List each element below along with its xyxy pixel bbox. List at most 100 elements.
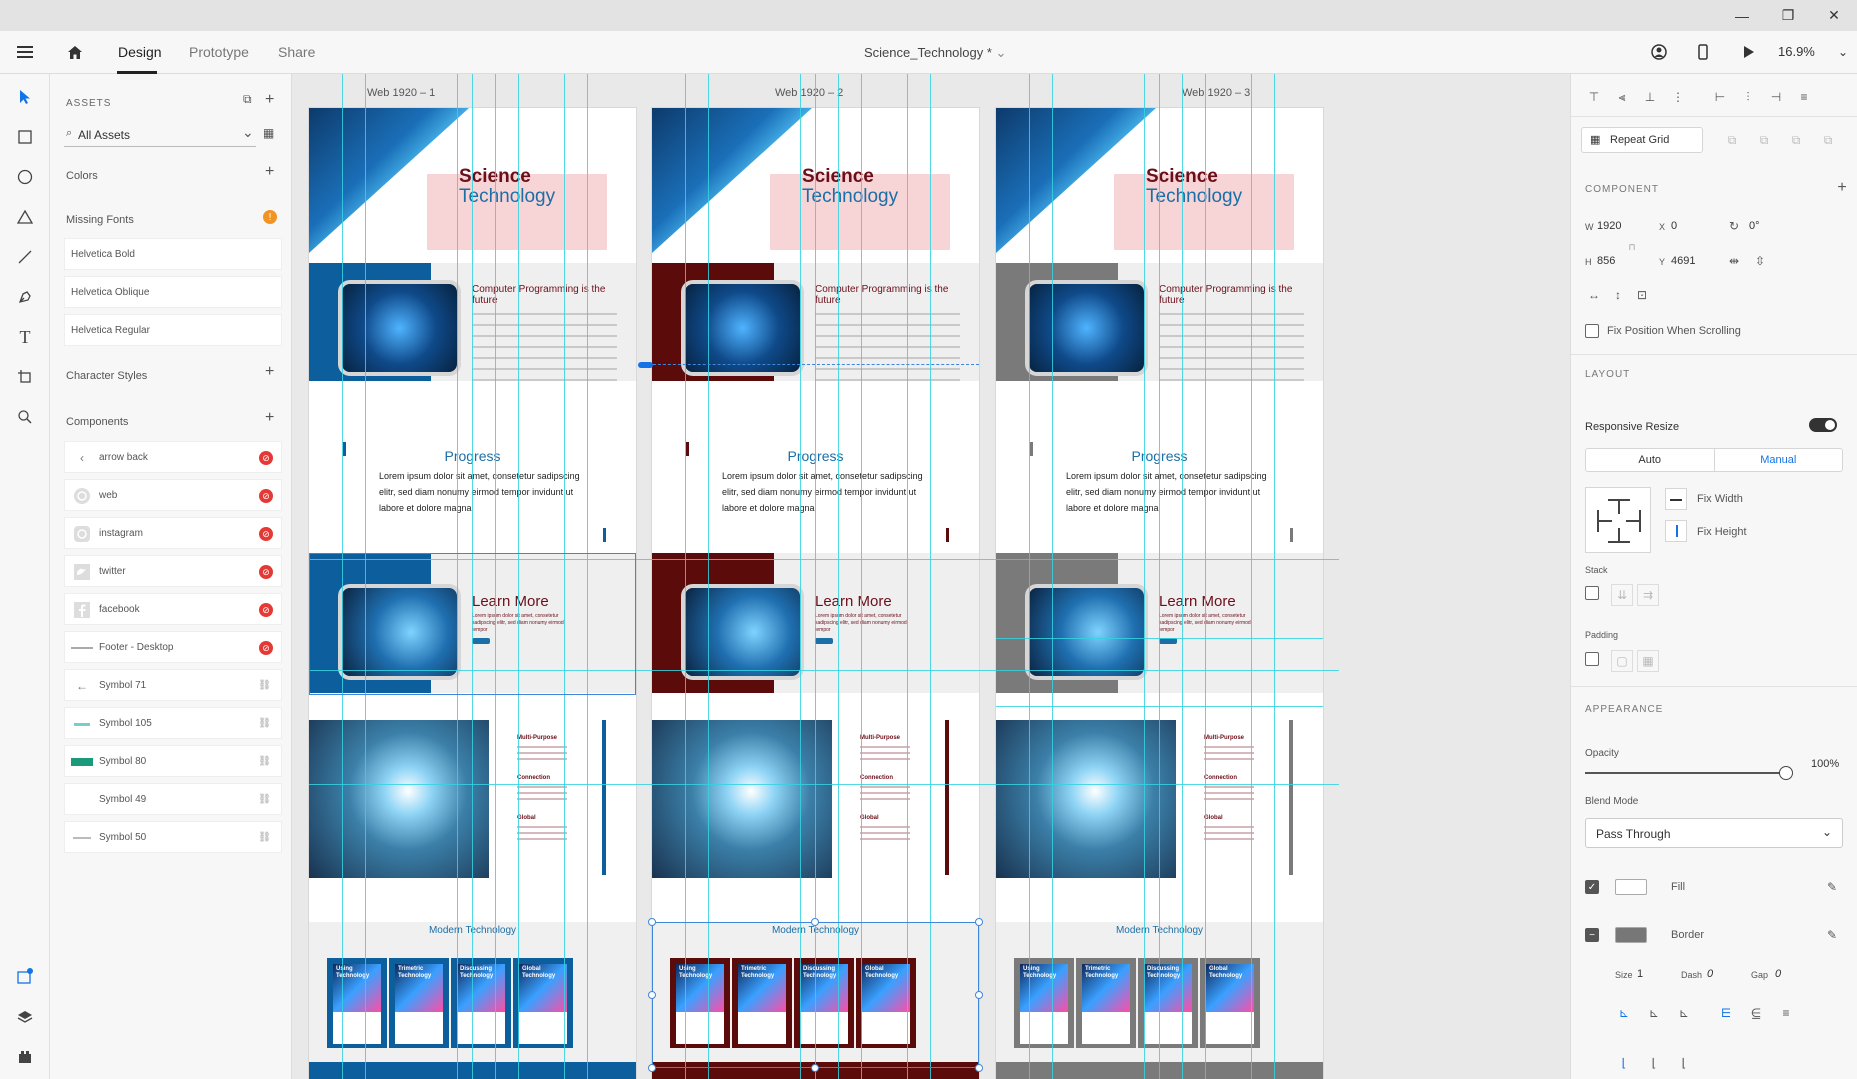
manual-option[interactable]: Manual [1713, 449, 1843, 471]
fit-content-icon[interactable]: ⊡ [1633, 286, 1651, 304]
artboard-label[interactable]: Web 1920 – 3 [1182, 87, 1250, 99]
tab-share[interactable]: Share [278, 44, 315, 60]
search-icon[interactable]: ⌕ [66, 127, 72, 140]
broken-link-icon[interactable]: ⊘ [259, 641, 273, 655]
link-icon[interactable]: ⛓ [258, 756, 271, 767]
height-input[interactable]: 856 [1597, 255, 1615, 267]
border-swatch[interactable] [1615, 927, 1647, 943]
resize-handle[interactable] [648, 1064, 656, 1072]
border-checkbox[interactable]: − [1585, 928, 1599, 942]
component-item[interactable]: Symbol 49 ⛓ [64, 783, 282, 815]
line-tool-icon[interactable] [12, 244, 38, 270]
resize-handle[interactable] [975, 991, 983, 999]
opacity-value[interactable]: 100% [1811, 758, 1839, 770]
distribute-vertical-icon[interactable]: ⋮ [1669, 88, 1687, 106]
join-round-icon[interactable]: ⌊ [1645, 1054, 1663, 1072]
cap-square-icon[interactable]: ≡ [1777, 1004, 1795, 1022]
stroke-inner-icon[interactable]: ⊾ [1615, 1004, 1633, 1022]
align-bottom-icon[interactable]: ⊥ [1641, 88, 1659, 106]
join-bevel-icon[interactable]: ⌊ [1675, 1054, 1693, 1072]
tab-design[interactable]: Design [118, 44, 162, 60]
add-color-icon[interactable]: + [265, 163, 274, 181]
polygon-tool-icon[interactable] [12, 204, 38, 230]
resize-handle[interactable] [975, 1064, 983, 1072]
broken-link-icon[interactable]: ⊘ [259, 489, 273, 503]
rectangle-tool-icon[interactable] [12, 124, 38, 150]
artboard-label[interactable]: Web 1920 – 1 [367, 87, 435, 99]
align-right-icon[interactable]: ⊣ [1767, 88, 1785, 106]
minimize-icon[interactable]: — [1719, 0, 1765, 31]
align-center-icon[interactable]: ⫶ [1739, 88, 1757, 106]
fill-checkbox[interactable]: ✓ [1585, 880, 1599, 894]
component-item[interactable]: Symbol 105 ⛓ [64, 707, 282, 739]
asset-filter-select[interactable]: All Assets [78, 128, 130, 142]
resize-handle[interactable] [811, 1064, 819, 1072]
component-item[interactable]: ‹ arrow back ⊘ [64, 441, 282, 473]
link-icon[interactable]: ⛓ [258, 718, 271, 729]
stack-horizontal-icon[interactable]: ⇉ [1637, 584, 1659, 606]
lock-aspect-icon[interactable]: ⊓ [1623, 238, 1641, 256]
grid-view-icon[interactable]: ▦ [263, 126, 274, 140]
text-tool-icon[interactable]: T [12, 324, 38, 350]
boolean-exclude-icon[interactable]: ⧉ [1819, 131, 1837, 149]
home-icon[interactable] [62, 39, 88, 65]
hamburger-menu-icon[interactable] [12, 39, 38, 65]
dash-input[interactable]: 0 [1707, 968, 1713, 980]
link-icon[interactable]: ⛓ [258, 832, 271, 843]
width-input[interactable]: 1920 [1597, 220, 1621, 232]
component-item[interactable]: facebook ⊘ [64, 593, 282, 625]
filter-chevron-icon[interactable]: ⌄ [242, 124, 254, 141]
component-item[interactable]: ← Symbol 71 ⛓ [64, 669, 282, 701]
broken-link-icon[interactable]: ⊘ [259, 451, 273, 465]
missing-font-row[interactable]: Helvetica Oblique [64, 276, 282, 308]
broken-link-icon[interactable]: ⊘ [259, 527, 273, 541]
gap-input[interactable]: 0 [1775, 968, 1781, 980]
zoom-level[interactable]: 16.9% [1778, 44, 1815, 59]
stroke-outer-icon[interactable]: ⊾ [1645, 1004, 1663, 1022]
plugins-panel-icon[interactable] [12, 1044, 38, 1070]
eyedropper-icon[interactable]: ✎ [1823, 878, 1841, 896]
align-middle-icon[interactable]: ⫷ [1613, 88, 1631, 106]
padding-individual-icon[interactable]: ▦ [1637, 650, 1659, 672]
link-icon[interactable]: ⛓ [258, 680, 271, 691]
component-item[interactable]: Symbol 50 ⛓ [64, 821, 282, 853]
component-item[interactable]: twitter ⊘ [64, 555, 282, 587]
boolean-subtract-icon[interactable]: ⧉ [1755, 131, 1773, 149]
play-icon[interactable] [1736, 39, 1762, 65]
stack-vertical-icon[interactable]: ⇊ [1611, 584, 1633, 606]
warning-icon[interactable]: ! [263, 210, 277, 224]
eyedropper-icon[interactable]: ✎ [1823, 926, 1841, 944]
cap-round-icon[interactable]: ⋸ [1747, 1004, 1765, 1022]
link-icon[interactable]: ⛓ [258, 794, 271, 805]
artboard-tool-icon[interactable] [12, 364, 38, 390]
close-icon[interactable]: ✕ [1811, 0, 1857, 31]
broken-link-icon[interactable]: ⊘ [259, 603, 273, 617]
resize-handle[interactable] [648, 918, 656, 926]
auto-option[interactable]: Auto [1586, 449, 1714, 471]
library-icon[interactable]: ⧉ [243, 92, 252, 107]
stack-checkbox[interactable] [1585, 586, 1599, 600]
size-input[interactable]: 1 [1637, 968, 1643, 980]
resize-handle[interactable] [975, 918, 983, 926]
flip-horizontal-icon[interactable]: ⇹ [1725, 252, 1743, 270]
constraints-widget[interactable] [1585, 487, 1651, 553]
responsive-resize-toggle[interactable] [1809, 418, 1837, 432]
fit-width-icon[interactable]: ↔ [1585, 286, 1603, 304]
cap-butt-icon[interactable]: ⋿ [1717, 1004, 1735, 1022]
opacity-slider-knob[interactable] [1779, 766, 1793, 780]
fix-width-toggle[interactable] [1665, 488, 1687, 510]
artboard-label[interactable]: Web 1920 – 2 [775, 87, 843, 99]
selection-bounds[interactable] [652, 922, 979, 1068]
resize-handle[interactable] [648, 991, 656, 999]
component-item[interactable]: Footer - Desktop ⊘ [64, 631, 282, 663]
component-item[interactable]: instagram ⊘ [64, 517, 282, 549]
blend-mode-select[interactable]: Pass Through ⌄ [1585, 818, 1843, 848]
x-input[interactable]: 0 [1671, 220, 1677, 232]
fit-height-icon[interactable]: ↕ [1609, 286, 1627, 304]
design-canvas[interactable]: Web 1920 – 1 Web 1920 – 2 Web 1920 – 3 S… [293, 74, 1570, 1079]
document-title[interactable]: Science_Technology * ⌄ [864, 45, 1006, 61]
select-tool-icon[interactable] [12, 84, 38, 110]
tab-prototype[interactable]: Prototype [189, 44, 249, 60]
align-left-icon[interactable]: ⊢ [1711, 88, 1729, 106]
share-user-icon[interactable] [1646, 39, 1672, 65]
